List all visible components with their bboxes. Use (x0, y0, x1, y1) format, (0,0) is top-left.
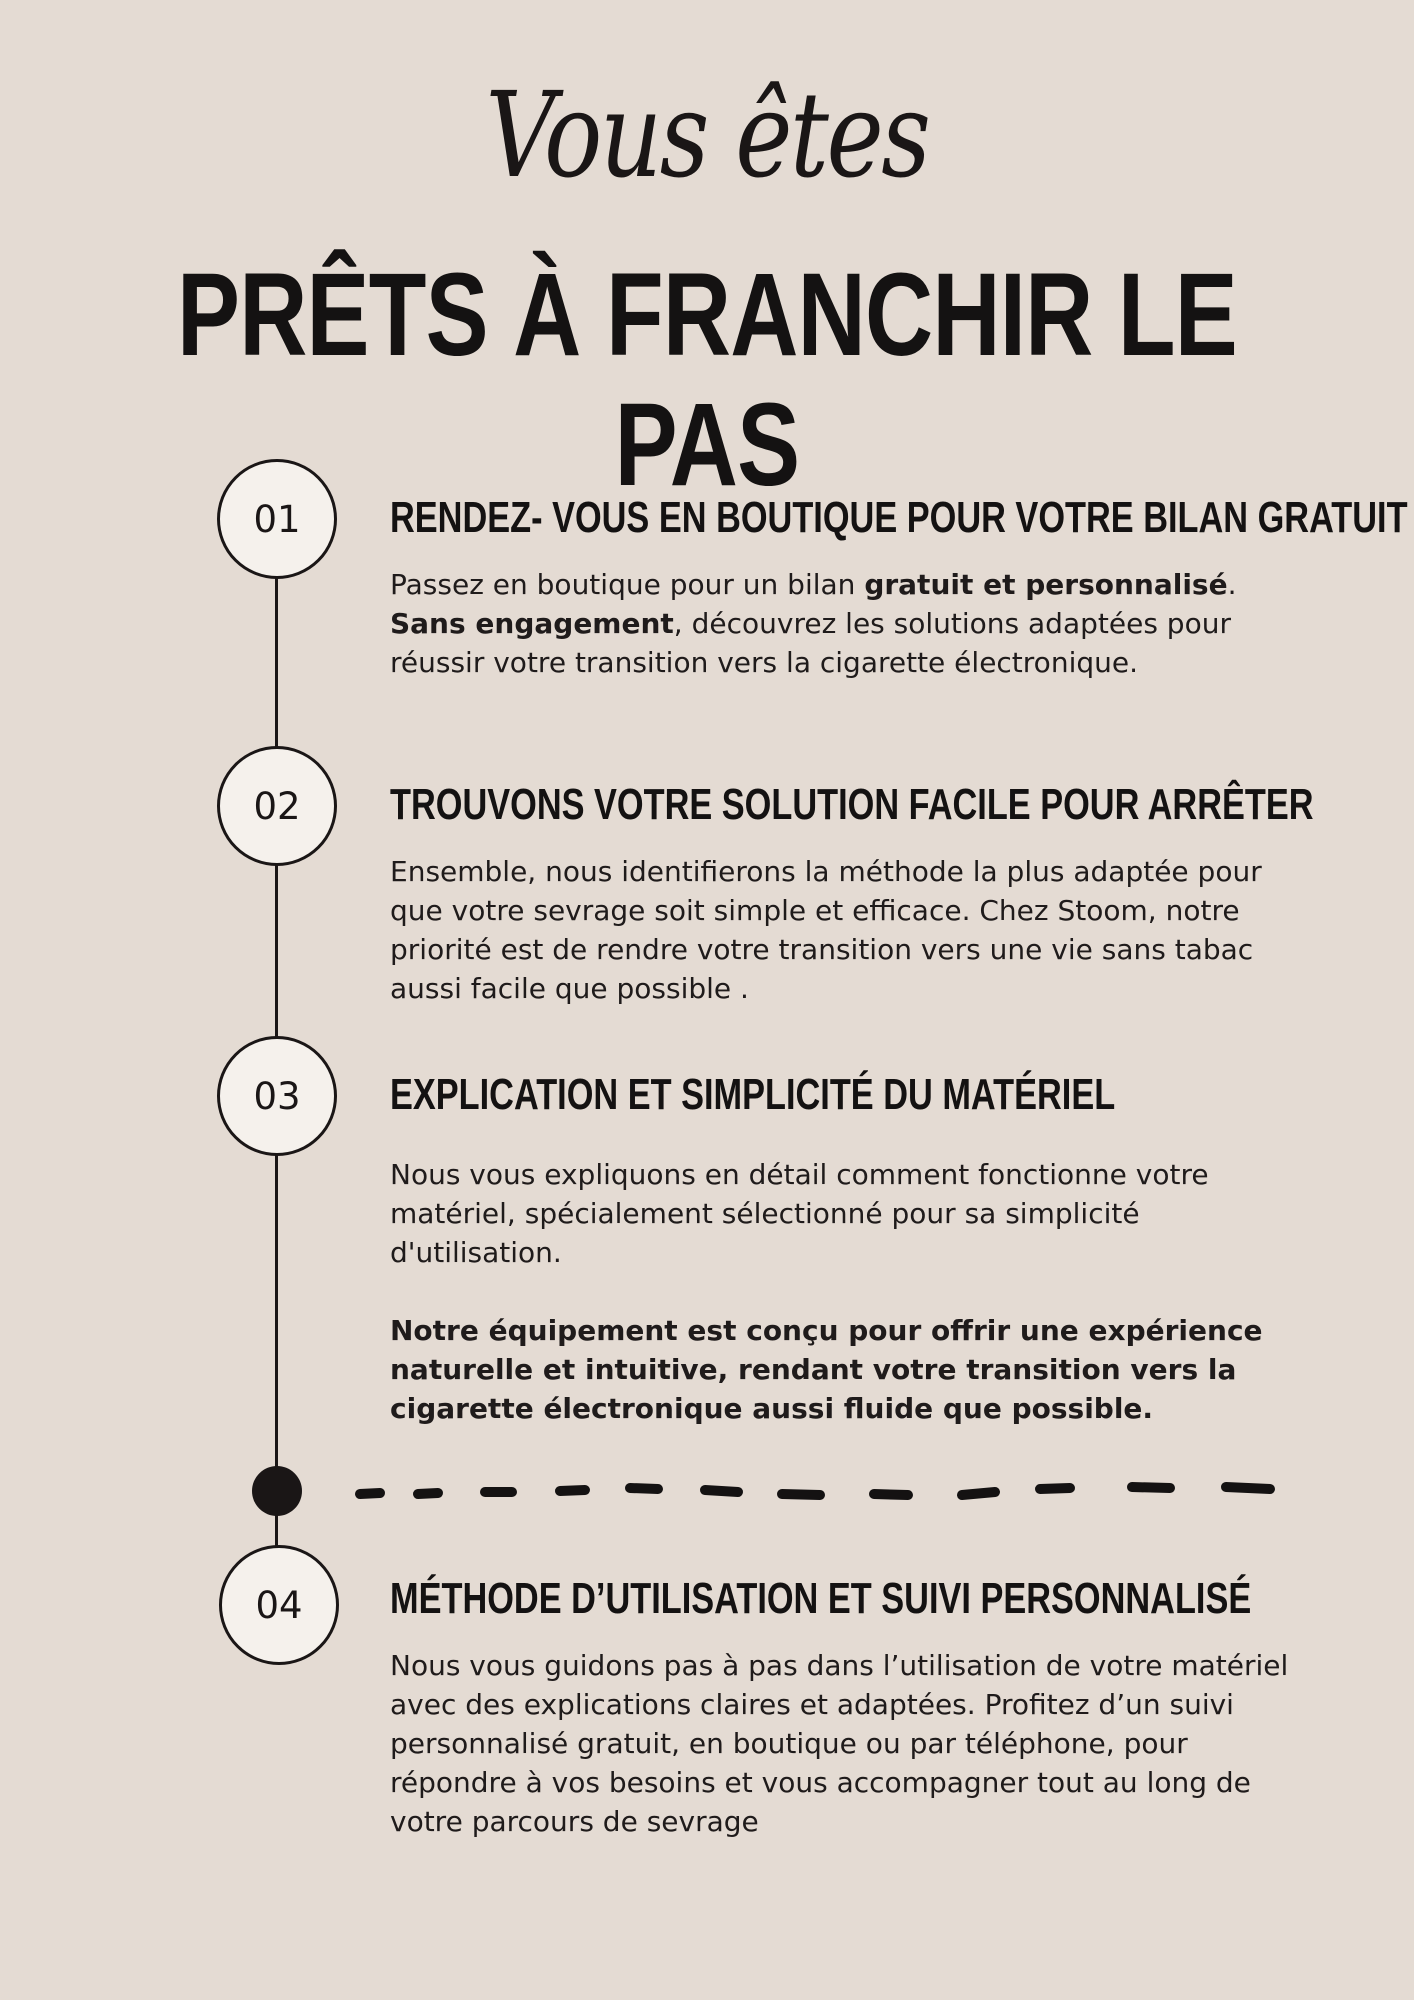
step-text-01-c: . (1227, 568, 1237, 601)
step-text-03: Nous vous expliquons en détail comment f… (390, 1158, 1209, 1269)
timeline-line-1 (275, 576, 278, 748)
step-title-01: RENDEZ- VOUS EN BOUTIQUE POUR VOTRE BILA… (390, 493, 1408, 542)
timeline-line-2 (275, 864, 278, 1038)
step-text-01: Passez en boutique pour un bilan gratuit… (390, 565, 1290, 682)
step-text-04: Nous vous guidons pas à pas dans l’utili… (390, 1649, 1289, 1838)
step-title-04: MÉTHODE D’UTILISATION ET SUIVI PERSONNAL… (390, 1574, 1252, 1623)
step-text-01-a: Passez en boutique pour un bilan (390, 568, 865, 601)
step-number-03: 03 (217, 1036, 337, 1156)
step-title-03: EXPLICATION ET SIMPLICITÉ DU MATÉRIEL (390, 1070, 1116, 1119)
step-number-02: 02 (217, 746, 337, 866)
timeline-line-4 (275, 1512, 278, 1546)
timeline-line-3 (275, 1154, 278, 1470)
script-title: Vous êtes (485, 66, 931, 204)
timeline-dot (252, 1466, 302, 1516)
dashed-divider (355, 1482, 1275, 1500)
step-number-01: 01 (217, 459, 337, 579)
step-text-02: Ensemble, nous identifierons la méthode … (390, 855, 1262, 1005)
step-text-01-b: gratuit et personnalisé (864, 568, 1228, 601)
step-number-04: 04 (219, 1545, 339, 1665)
step-title-02: TROUVONS VOTRE SOLUTION FACILE POUR ARRÊ… (390, 780, 1314, 829)
step-text-03-bold: Notre équipement est conçu pour offrir u… (390, 1314, 1263, 1425)
step-text-01-d: Sans engagement (390, 607, 674, 640)
